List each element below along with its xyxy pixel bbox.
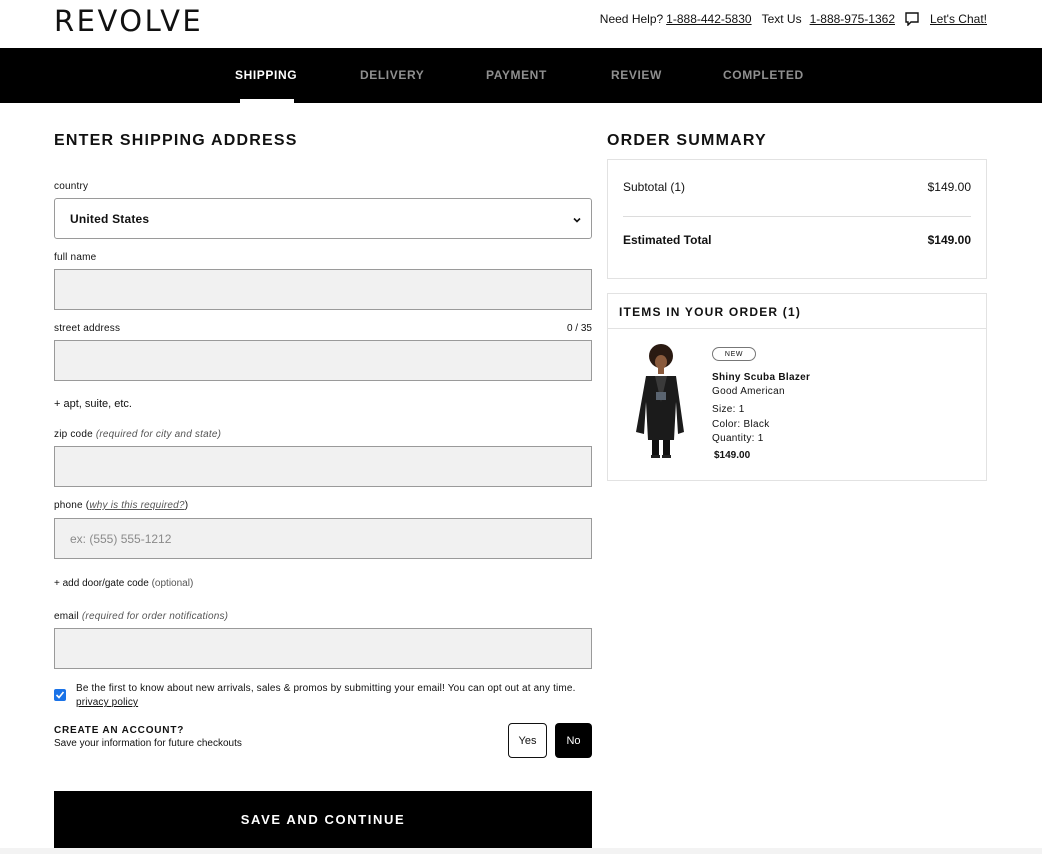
- text-number-link[interactable]: 1-888-975-1362: [810, 12, 895, 26]
- create-account-yes-button[interactable]: Yes: [508, 723, 547, 758]
- product-image[interactable]: [626, 342, 694, 460]
- door-optional-note: (optional): [151, 578, 194, 589]
- revolve-logo[interactable]: REVOLVE: [54, 4, 203, 38]
- checkmark-icon: [55, 691, 65, 699]
- text-us-label: Text Us: [761, 12, 802, 26]
- phone-field[interactable]: [54, 518, 592, 559]
- phone-label: phone (why is this required?): [54, 500, 188, 511]
- step-completed: COMPLETED: [723, 68, 804, 82]
- product-size: Size: 1: [712, 404, 745, 415]
- email-label: email (required for order notifications): [54, 611, 228, 622]
- step-payment: PAYMENT: [486, 68, 547, 82]
- email-label-text: email: [54, 611, 79, 622]
- subtotal-row: Subtotal (1) $149.00: [623, 180, 971, 194]
- lets-chat-link[interactable]: Let's Chat!: [930, 12, 987, 26]
- product-price: $149.00: [714, 450, 751, 461]
- order-items-box: ITEMS IN YOUR ORDER (1) NEW Shiny Scuba …: [607, 293, 987, 481]
- full-name-label: full name: [54, 252, 97, 263]
- street-char-counter: 0 / 35: [566, 323, 592, 334]
- subtotal-value: $149.00: [927, 180, 971, 194]
- zip-input[interactable]: [55, 447, 591, 486]
- active-step-indicator: [240, 99, 294, 103]
- product-name[interactable]: Shiny Scuba Blazer: [712, 372, 810, 383]
- summary-divider: [623, 216, 971, 217]
- add-apt-link[interactable]: + apt, suite, etc.: [54, 398, 132, 410]
- order-summary-title: ORDER SUMMARY: [607, 132, 767, 149]
- product-brand: Good American: [712, 386, 785, 397]
- new-badge: NEW: [712, 347, 756, 361]
- site-header: REVOLVE Need Help? 1-888-442-5830 Text U…: [0, 0, 1042, 48]
- full-name-input[interactable]: [55, 270, 591, 309]
- create-account-title: CREATE AN ACCOUNT?: [54, 725, 185, 736]
- country-select[interactable]: United States: [54, 198, 592, 239]
- estimated-total-row: Estimated Total $149.00: [623, 233, 971, 247]
- why-required-link[interactable]: why is this required?: [89, 500, 184, 511]
- order-summary-box: Subtotal (1) $149.00 Estimated Total $14…: [607, 159, 987, 279]
- phone-input[interactable]: [55, 519, 591, 558]
- street-address-field[interactable]: [54, 340, 592, 381]
- zip-label-text: zip code: [54, 429, 93, 440]
- email-note: (required for order notifications): [81, 611, 229, 622]
- privacy-policy-link[interactable]: privacy policy: [76, 697, 138, 708]
- step-delivery: DELIVERY: [360, 68, 425, 82]
- add-door-code-link[interactable]: + add door/gate code (optional): [54, 578, 193, 589]
- order-items-title: ITEMS IN YOUR ORDER (1): [619, 305, 802, 319]
- add-door-code-text: + add door/gate code: [54, 578, 149, 589]
- email-field[interactable]: [54, 628, 592, 669]
- country-value: United States: [70, 212, 150, 226]
- street-address-input[interactable]: [55, 341, 591, 380]
- promo-text: Be the first to know about new arrivals,…: [76, 683, 576, 694]
- shipping-form-title: ENTER SHIPPING ADDRESS: [54, 132, 298, 149]
- step-shipping[interactable]: SHIPPING: [235, 68, 297, 82]
- product-color: Color: Black: [712, 419, 770, 430]
- product-quantity: Quantity: 1: [712, 433, 764, 444]
- promo-consent: Be the first to know about new arrivals,…: [76, 682, 591, 710]
- create-account-subtitle: Save your information for future checkou…: [54, 738, 242, 749]
- step-review: REVIEW: [611, 68, 662, 82]
- promo-checkbox[interactable]: [54, 689, 66, 701]
- estimated-total-value: $149.00: [927, 233, 971, 247]
- phone-link[interactable]: 1-888-442-5830: [666, 12, 751, 26]
- estimated-total-label: Estimated Total: [623, 233, 712, 247]
- zip-note: (required for city and state): [95, 429, 222, 440]
- zip-label: zip code (required for city and state): [54, 429, 221, 440]
- order-items-header: ITEMS IN YOUR ORDER (1): [608, 294, 986, 329]
- phone-label-close: ): [184, 500, 189, 511]
- save-and-continue-button[interactable]: SAVE AND CONTINUE: [54, 791, 592, 848]
- create-account-no-button[interactable]: No: [555, 723, 592, 758]
- help-bar: Need Help? 1-888-442-5830 Text Us 1-888-…: [599, 12, 987, 27]
- full-name-field[interactable]: [54, 269, 592, 310]
- zip-field[interactable]: [54, 446, 592, 487]
- phone-label-text: phone (: [54, 500, 90, 511]
- page-bottom-edge: [0, 848, 1042, 854]
- chat-bubble-icon[interactable]: [905, 12, 919, 27]
- email-input[interactable]: [55, 629, 591, 668]
- street-address-label: street address: [54, 323, 121, 334]
- checkout-steps: SHIPPING DELIVERY PAYMENT REVIEW COMPLET…: [0, 48, 1042, 103]
- country-label: country: [54, 181, 89, 192]
- need-help-text: Need Help?: [599, 12, 664, 26]
- chevron-down-icon: [571, 213, 583, 225]
- subtotal-label: Subtotal (1): [623, 180, 686, 194]
